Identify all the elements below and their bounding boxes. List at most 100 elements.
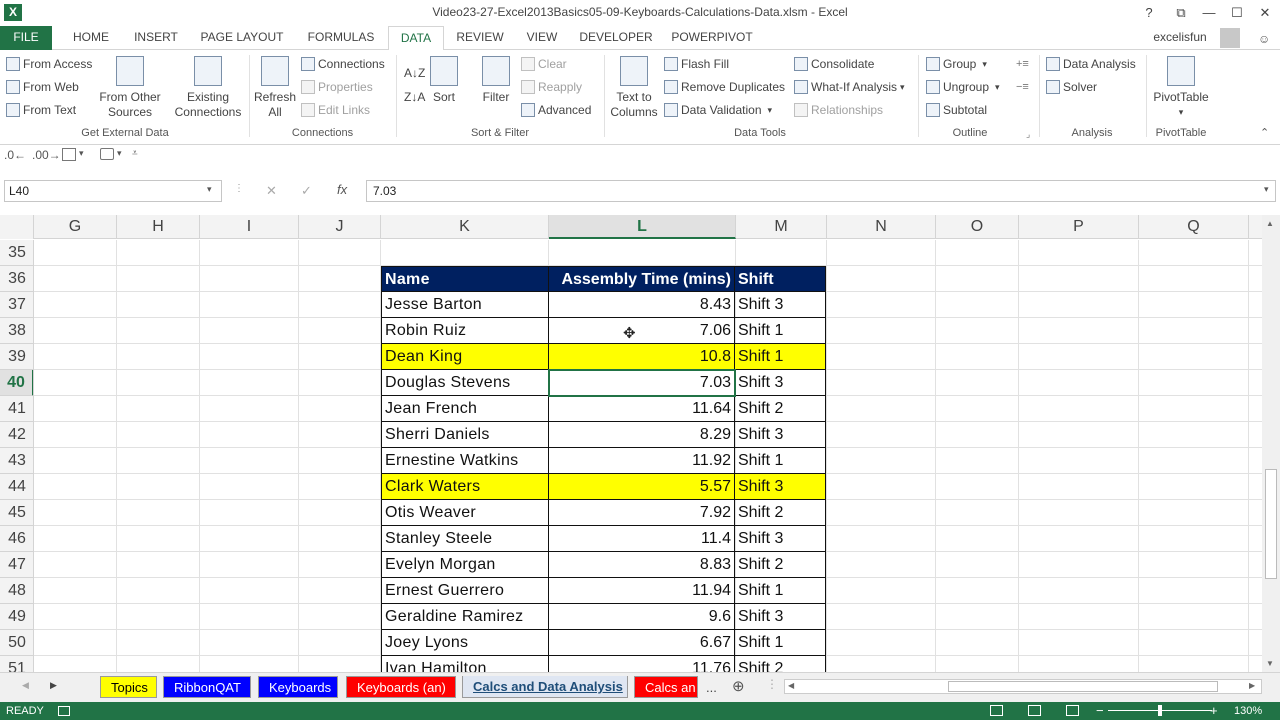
column-header-p[interactable]: P	[1019, 215, 1139, 239]
column-header-n[interactable]: N	[827, 215, 936, 239]
worksheet-grid[interactable]: Name Assembly Time (mins) Shift Jesse Barto…	[34, 240, 1262, 672]
row-header-41[interactable]: 41	[0, 396, 33, 422]
clear-button[interactable]: Clear	[521, 57, 567, 71]
assembly-time-cell[interactable]: 11.92	[549, 448, 735, 474]
shift-cell[interactable]: Shift 3	[735, 292, 826, 318]
shift-cell[interactable]: Shift 2	[735, 500, 826, 526]
shift-cell[interactable]: Shift 3	[735, 370, 826, 396]
row-header-36[interactable]: 36	[0, 266, 33, 292]
name-cell[interactable]: Douglas Stevens	[381, 370, 549, 396]
row-header-47[interactable]: 47	[0, 552, 33, 578]
assembly-time-cell[interactable]: 7.03	[549, 370, 735, 396]
shift-cell[interactable]: Shift 3	[735, 474, 826, 500]
column-header-h[interactable]: H	[117, 215, 200, 239]
tab-page-layout[interactable]: PAGE LAYOUT	[196, 26, 288, 50]
advanced-filter-button[interactable]: Advanced	[521, 103, 591, 117]
chevron-down-icon[interactable]: ▾	[79, 148, 84, 159]
sheet-tab[interactable]: Calcs an	[634, 676, 698, 698]
decimal-increase-icon[interactable]: .0←	[4, 148, 26, 162]
horizontal-scrollbar[interactable]: ◀ ▶	[784, 679, 1262, 694]
group-button[interactable]: Group ▾	[926, 57, 987, 71]
name-cell[interactable]: Sherri Daniels	[381, 422, 549, 448]
formula-input[interactable]: 7.03	[366, 180, 1276, 202]
assembly-time-cell[interactable]: 7.06	[549, 318, 735, 344]
vertical-scroll-thumb[interactable]	[1265, 469, 1277, 579]
row-header-35[interactable]: 35	[0, 240, 33, 266]
column-header-o[interactable]: O	[936, 215, 1019, 239]
column-header-i[interactable]: I	[200, 215, 299, 239]
name-cell[interactable]: Dean King	[381, 344, 549, 370]
row-header-43[interactable]: 43	[0, 448, 33, 474]
from-other-sources-button[interactable]: From Other Sources	[96, 56, 164, 120]
scroll-down-icon[interactable]: ▼	[1266, 659, 1274, 668]
properties-button[interactable]: Properties	[301, 80, 373, 94]
scroll-up-icon[interactable]: ▲	[1266, 219, 1274, 228]
name-cell[interactable]: Name	[381, 266, 549, 292]
column-header-g[interactable]: G	[34, 215, 117, 239]
macro-record-icon[interactable]	[58, 706, 70, 716]
scroll-sheets-right-icon[interactable]: ▶	[50, 680, 57, 691]
zoom-level[interactable]: 130%	[1234, 705, 1262, 717]
assembly-time-cell[interactable]: 6.67	[549, 630, 735, 656]
refresh-all-button[interactable]: Refresh All	[252, 56, 298, 120]
row-header-38[interactable]: 38	[0, 318, 33, 344]
chevron-down-icon[interactable]: ▾	[207, 184, 212, 195]
chevron-down-icon[interactable]: ▾	[117, 148, 122, 159]
sheet-tab[interactable]: Calcs and Data Analysis	[462, 676, 628, 698]
row-header-45[interactable]: 45	[0, 500, 33, 526]
relationships-button[interactable]: Relationships	[794, 103, 883, 117]
row-header-49[interactable]: 49	[0, 604, 33, 630]
show-detail-icon[interactable]: +≡	[1016, 58, 1029, 70]
ribbon-display-options-button[interactable]: ⧉	[1168, 3, 1194, 23]
assembly-time-cell[interactable]: 9.6	[549, 604, 735, 630]
minimize-button[interactable]: —	[1196, 3, 1222, 23]
assembly-time-cell[interactable]: 8.43	[549, 292, 735, 318]
select-all-corner[interactable]	[0, 215, 34, 239]
chevron-down-icon[interactable]: ▾	[1264, 184, 1269, 195]
tab-powerpivot[interactable]: POWERPIVOT	[666, 26, 758, 50]
row-header-50[interactable]: 50	[0, 630, 33, 656]
assembly-time-cell[interactable]: 8.29	[549, 422, 735, 448]
name-cell[interactable]: Clark Waters	[381, 474, 549, 500]
collapse-ribbon-icon[interactable]: ⌃	[1260, 126, 1269, 139]
solver-button[interactable]: Solver	[1046, 80, 1097, 94]
column-header-k[interactable]: K	[381, 215, 549, 239]
sheet-tab[interactable]: Keyboards (an)	[346, 676, 456, 698]
page-layout-view-icon[interactable]	[1028, 705, 1041, 716]
cancel-entry-button[interactable]: ✕	[266, 183, 277, 199]
dialog-launcher-icon[interactable]: ⌟	[1026, 129, 1030, 140]
name-cell[interactable]: Geraldine Ramirez	[381, 604, 549, 630]
sheet-tab[interactable]: Topics	[100, 676, 157, 698]
tab-view[interactable]: VIEW	[518, 26, 566, 50]
name-cell[interactable]: Evelyn Morgan	[381, 552, 549, 578]
hide-detail-icon[interactable]: −≡	[1016, 81, 1029, 93]
row-header-44[interactable]: 44	[0, 474, 33, 500]
assembly-time-cell[interactable]: 11.64	[549, 396, 735, 422]
horizontal-scroll-thumb[interactable]	[948, 681, 1218, 692]
shift-cell[interactable]: Shift 2	[735, 656, 826, 672]
shift-cell[interactable]: Shift 1	[735, 344, 826, 370]
data-validation-button[interactable]: Data Validation ▾	[664, 103, 772, 117]
tab-file[interactable]: FILE	[0, 26, 52, 50]
connections-button[interactable]: Connections	[301, 57, 385, 71]
name-cell[interactable]: Ernestine Watkins	[381, 448, 549, 474]
sort-button[interactable]: Sort	[426, 56, 462, 105]
assembly-time-cell[interactable]: 11.76	[549, 656, 735, 672]
shift-cell[interactable]: Shift 3	[735, 422, 826, 448]
ungroup-button[interactable]: Ungroup ▾	[926, 80, 1000, 94]
shift-cell[interactable]: Shift 3	[735, 604, 826, 630]
comment-icon[interactable]	[100, 148, 114, 160]
column-header-l[interactable]: L	[549, 215, 736, 239]
tab-formulas[interactable]: FORMULAS	[300, 26, 382, 50]
name-cell[interactable]: Stanley Steele	[381, 526, 549, 552]
name-cell[interactable]: Ernest Guerrero	[381, 578, 549, 604]
tab-data[interactable]: DATA	[388, 26, 444, 51]
existing-connections-button[interactable]: Existing Connections	[172, 56, 244, 120]
from-text-button[interactable]: From Text	[6, 103, 76, 117]
row-header-42[interactable]: 42	[0, 422, 33, 448]
tab-home[interactable]: HOME	[64, 26, 118, 50]
more-sheets-button[interactable]: ...	[706, 680, 717, 695]
page-break-view-icon[interactable]	[1066, 705, 1079, 716]
column-header-q[interactable]: Q	[1139, 215, 1249, 239]
maximize-button[interactable]: ☐	[1224, 3, 1250, 23]
